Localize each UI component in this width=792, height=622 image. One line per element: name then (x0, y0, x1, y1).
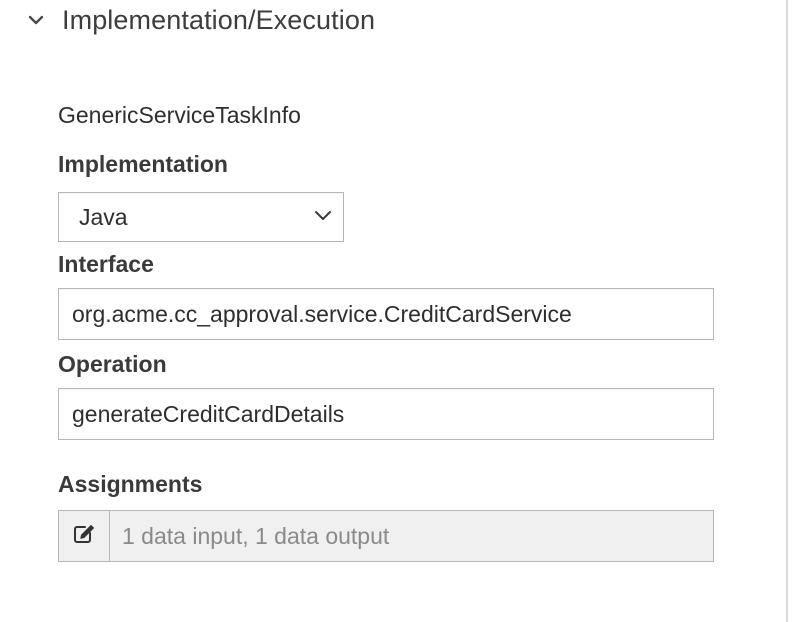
section-header-implementation-execution[interactable]: Implementation/Execution (24, 0, 375, 40)
implementation-select[interactable]: Java (58, 192, 344, 242)
chevron-down-icon (313, 208, 333, 227)
panel-divider (786, 0, 788, 622)
assignments-field: 1 data input, 1 data output (58, 510, 714, 562)
section-title: Implementation/Execution (62, 4, 376, 35)
interface-label: Interface (58, 251, 154, 277)
section-content: GenericServiceTaskInfo Implementation Ja… (58, 96, 714, 562)
operation-label: Operation (58, 351, 167, 377)
assignments-edit-button[interactable] (59, 511, 110, 561)
interface-input[interactable]: org.acme.cc_approval.service.CreditCardS… (58, 288, 714, 340)
implementation-label: Implementation (58, 151, 228, 177)
assignments-summary: 1 data input, 1 data output (122, 522, 390, 549)
edit-icon (72, 523, 96, 550)
chevron-down-icon[interactable] (24, 8, 48, 32)
operation-input[interactable]: generateCreditCardDetails (58, 388, 714, 440)
properties-panel: Implementation/Execution GenericServiceT… (0, 0, 792, 622)
implementation-selected-value: Java (79, 203, 128, 230)
task-info-label: GenericServiceTaskInfo (58, 102, 301, 128)
assignments-label: Assignments (58, 471, 203, 497)
